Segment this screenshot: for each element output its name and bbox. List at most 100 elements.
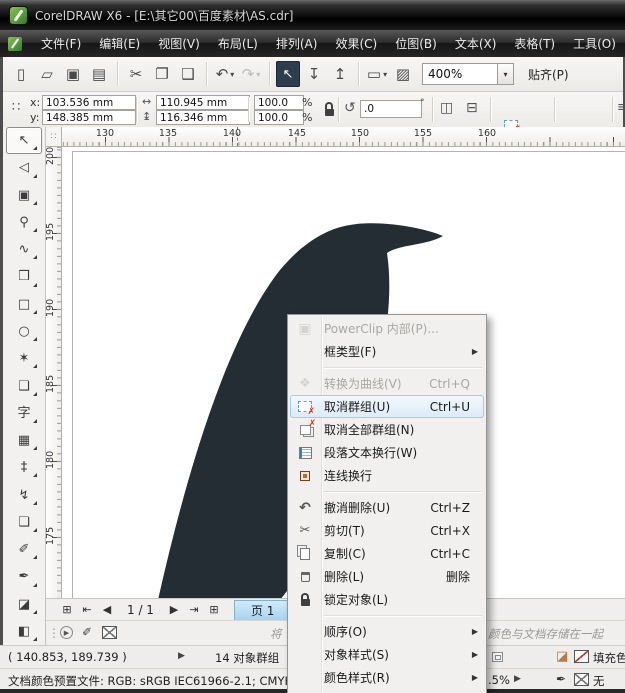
export-button[interactable]: ↥ ▾ <box>328 61 352 87</box>
context-menu-item[interactable]: 颜色样式(R) ▶ <box>290 666 484 689</box>
scale-y-input[interactable] <box>254 110 304 125</box>
rotation-angle-input[interactable] <box>360 100 422 118</box>
interactive-fill-tool[interactable]: ◧ <box>6 618 42 645</box>
ellipse-tool[interactable]: ○ <box>6 318 42 345</box>
toolbar-separator[interactable]: ▾ <box>269 62 270 86</box>
import-button[interactable]: ↧ ▾ <box>302 61 326 87</box>
play-button[interactable]: ▶ <box>60 626 73 639</box>
context-menu-item[interactable]: 框类型(F) ▶ <box>290 340 484 363</box>
eyedropper-status-icon[interactable]: ✐ <box>82 626 92 638</box>
menubar-item[interactable]: 文件(F) <box>32 32 90 55</box>
text-tool[interactable]: 字 <box>6 400 42 427</box>
outline-color-swatch[interactable] <box>574 673 589 686</box>
paste-button[interactable]: ❑ ▾ <box>176 61 200 87</box>
basic-shapes-tool[interactable]: ❑ <box>6 372 42 399</box>
polygon-tool[interactable]: ✶ <box>6 345 42 372</box>
mirror-horizontal-button[interactable]: ◫ <box>440 101 453 115</box>
menubar-item[interactable]: 排列(A) <box>267 32 327 55</box>
page-tab[interactable]: 页 1 <box>234 600 291 620</box>
redo-button[interactable]: ↷ ▾ <box>239 61 263 87</box>
context-menu-item[interactable]: 撤消删除(U) Ctrl+Z ▶ <box>290 496 484 519</box>
menu-item-icon <box>294 592 316 608</box>
context-menu-item[interactable]: 取消群组(U) Ctrl+U ▶ <box>290 395 484 418</box>
copy-button[interactable]: ❐ ▾ <box>150 61 174 87</box>
crop-tool[interactable]: ▣ <box>6 182 42 209</box>
first-page-button[interactable]: ⇤ <box>78 601 96 619</box>
outline-expand-icon[interactable]: ▶ <box>514 675 521 684</box>
toolbar-separator[interactable]: ▾ <box>117 62 118 86</box>
zoom-tool[interactable]: ⚲ <box>6 209 42 236</box>
snap-to-button[interactable]: 贴齐(P) <box>528 66 569 83</box>
context-menu-item[interactable]: 顺序(O) ▶ <box>290 620 484 643</box>
menubar-item[interactable]: 位图(B) <box>386 32 446 55</box>
context-menu-item[interactable]: 连线换行 ▶ <box>290 464 484 487</box>
menubar-item[interactable]: 编辑(E) <box>90 32 149 55</box>
save-button[interactable]: ▣ ▾ <box>61 61 85 87</box>
print-button[interactable]: ▤ ▾ <box>87 61 111 87</box>
menubar-item[interactable]: 布局(L) <box>209 32 267 55</box>
previous-page-button[interactable]: ◀ <box>98 601 116 619</box>
vertical-ruler[interactable]: 200 195 190 185 180 175 170 <box>46 147 62 598</box>
menubar-item[interactable]: 表格(T) <box>505 32 564 55</box>
fill-tool[interactable]: ◪ <box>6 591 42 618</box>
menubar-item[interactable]: 文本(X) <box>446 32 506 55</box>
last-page-button[interactable]: ⇥ <box>185 601 203 619</box>
open-button[interactable]: ▱ ▾ <box>35 61 59 87</box>
tool-icon: ❒ <box>18 270 30 283</box>
table-tool[interactable]: ▦ <box>6 427 42 454</box>
lock-ratio-button[interactable] <box>318 101 340 117</box>
shadow-tool[interactable]: ❏ <box>6 509 42 536</box>
context-menu-item[interactable]: 对象样式(S) ▶ <box>290 643 484 666</box>
y-position-input[interactable] <box>42 110 136 125</box>
context-menu-item[interactable]: 取消全部群组(N) ▶ <box>290 418 484 441</box>
coords-expand-icon[interactable]: ▶ <box>178 652 185 661</box>
next-page-button[interactable]: ▶ <box>165 601 183 619</box>
new-document-button[interactable]: ▯ ▾ <box>9 61 33 87</box>
horizontal-ruler[interactable]: 130 135 140 145 150 155 160 <box>62 127 625 147</box>
x-position-input[interactable] <box>42 95 136 110</box>
add-page-button-2[interactable]: ⊞ <box>205 601 223 619</box>
context-menu-item[interactable]: 锁定对象(L) ▶ <box>290 588 484 611</box>
title-bar[interactable]: CorelDRAW X6 - [E:\其它00\百度素材\AS.cdr] <box>0 0 625 30</box>
undo-button[interactable]: ↶ ▾ <box>213 61 237 87</box>
outline-pen-tool[interactable]: ✒ <box>6 563 42 590</box>
fill-color-swatch[interactable] <box>574 650 589 663</box>
toolbar-separator[interactable]: ▾ <box>206 62 207 86</box>
connector-tool[interactable]: ↯ <box>6 481 42 508</box>
toolbar-button-icon: ↧ <box>308 67 321 82</box>
no-color-swatch[interactable] <box>102 626 117 639</box>
add-page-button[interactable]: ⊞ <box>58 601 76 619</box>
context-menu-item[interactable]: 转换为曲线(V) Ctrl+Q ▶ <box>290 372 484 395</box>
cut-button[interactable]: ✂ ▾ <box>124 61 148 87</box>
ruler-origin-corner[interactable]: ∷ <box>46 127 62 147</box>
toolbar-separator[interactable]: ▾ <box>358 62 359 86</box>
object-height-input[interactable] <box>156 110 250 125</box>
context-menu-item[interactable]: 删除(L) 删除 ▶ <box>290 565 484 588</box>
pick-tool[interactable]: ↖ <box>6 127 42 154</box>
object-properties-icon[interactable] <box>492 652 503 662</box>
menubar-item[interactable]: 效果(C) <box>326 32 386 55</box>
context-menu-item[interactable]: 复制(C) Ctrl+C ▶ <box>290 542 484 565</box>
welcome-screen-button[interactable]: ▨ ▾ <box>391 61 415 87</box>
shape-tool[interactable]: ◁ <box>6 154 42 181</box>
drag-handle-icon[interactable]: ⋮ <box>48 627 60 639</box>
context-menu-item[interactable]: 剪切(T) Ctrl+X ▶ <box>290 519 484 542</box>
zoom-level-input[interactable] <box>422 63 497 85</box>
context-menu-item[interactable]: 段落文本换行(W) ▶ <box>290 441 484 464</box>
dimension-tool[interactable]: ‡ <box>6 454 42 481</box>
combobox-caret-icon[interactable]: ▾ <box>497 63 514 85</box>
app-launcher-button[interactable]: ▭ ▾ <box>365 61 389 87</box>
freehand-tool[interactable]: ∿ <box>6 236 42 263</box>
object-width-input[interactable] <box>156 95 250 110</box>
context-menu-item[interactable]: 因特网链接(N) ▶ <box>290 689 484 693</box>
scale-x-input[interactable] <box>254 95 304 110</box>
search-replace-button[interactable]: ↖ ▾ <box>276 61 300 87</box>
rectangle-tool[interactable]: □ <box>6 291 42 318</box>
menubar-item[interactable]: 工具(O) <box>564 32 625 55</box>
artistic-media-tool[interactable]: ❒ <box>6 263 42 290</box>
zoom-level-combobox[interactable]: ▾ <box>422 63 514 85</box>
eyedropper-tool[interactable]: ✐ <box>6 536 42 563</box>
context-menu-item[interactable]: PowerClip 内部(P)... ▶ <box>290 317 484 340</box>
menubar-item[interactable]: 视图(V) <box>149 32 209 55</box>
mirror-vertical-button[interactable]: ⊟ <box>466 101 478 115</box>
